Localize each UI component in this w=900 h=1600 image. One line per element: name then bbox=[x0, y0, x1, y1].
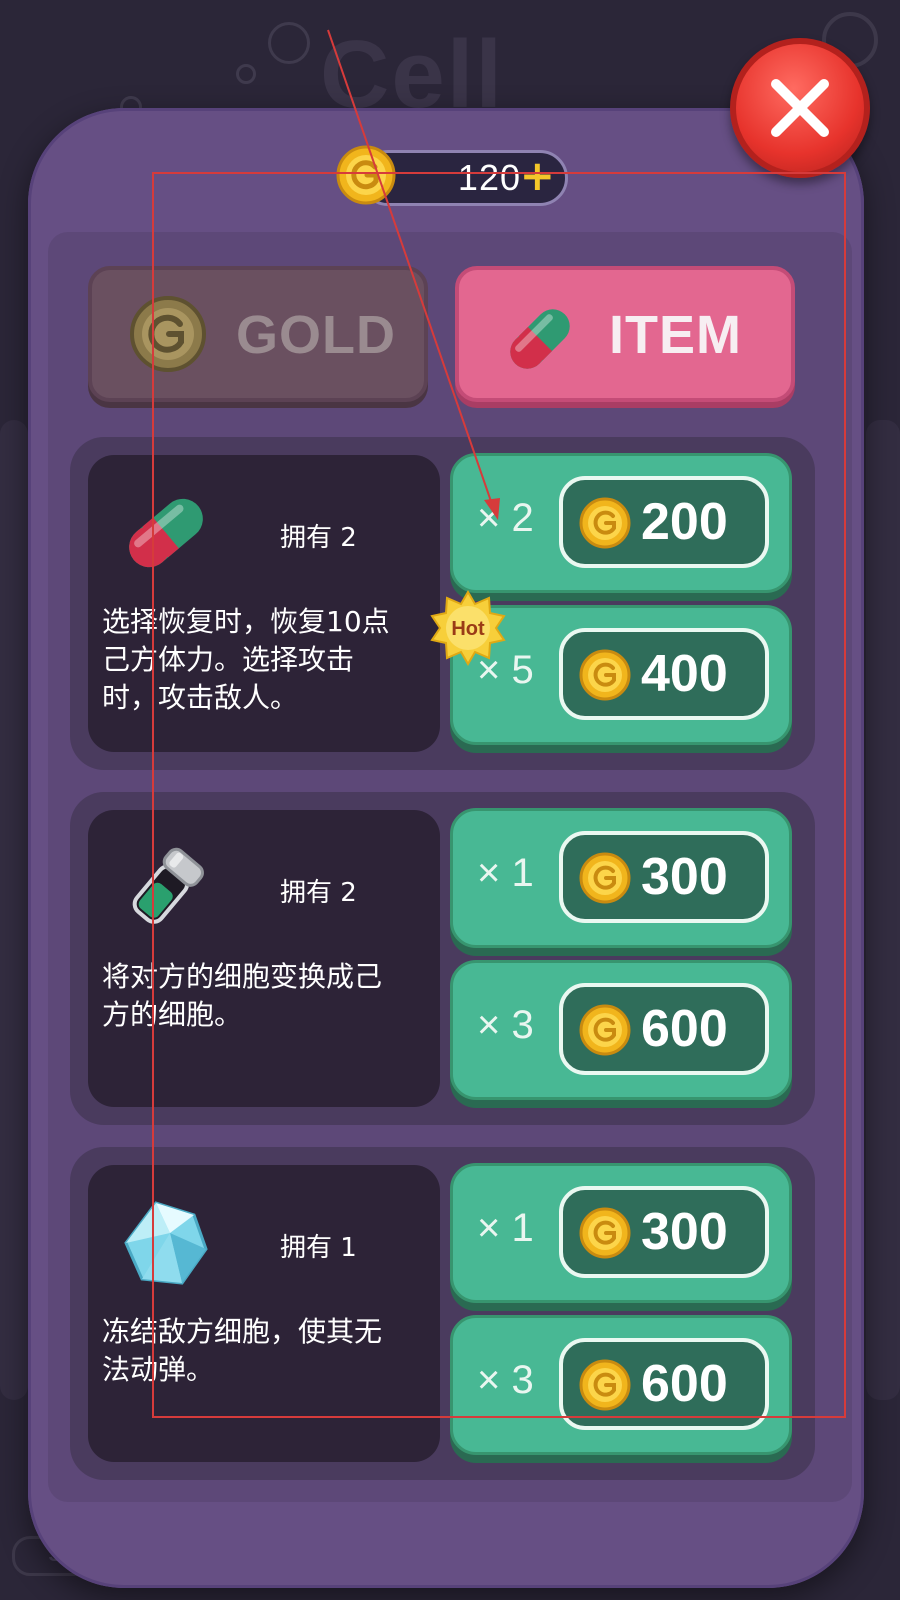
annotation-arrow bbox=[327, 29, 500, 520]
